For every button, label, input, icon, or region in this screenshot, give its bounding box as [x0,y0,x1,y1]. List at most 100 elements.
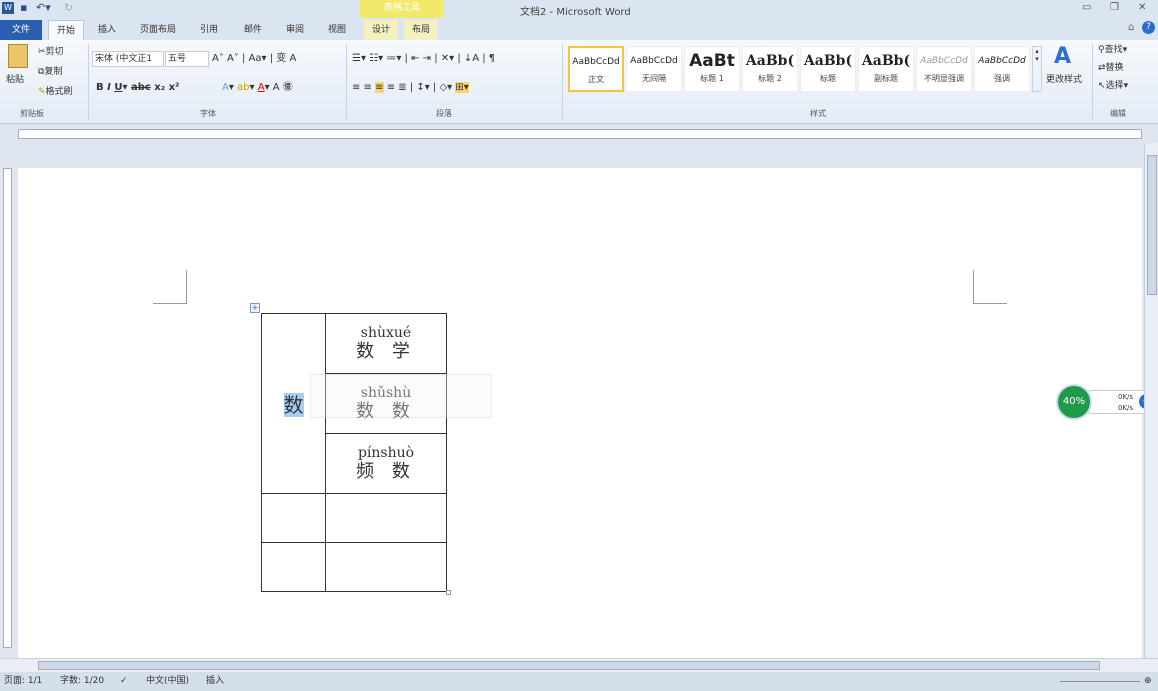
scissors-icon: ✂ [38,47,46,57]
scroll-thumb[interactable] [1147,155,1157,295]
tab-references[interactable]: 引用 [192,20,226,40]
find-label: 查找 [1104,45,1123,55]
replace-label: 替换 [1105,63,1124,73]
align-buttons[interactable]: ≡ ≡ ≡ ≡ ≣ | ↕▾ | ◇▾ ⊞▾ [352,80,469,96]
tab-view[interactable]: 视图 [320,20,354,40]
proofing-icon[interactable]: ✓ [120,672,128,691]
table-tools-context: 表格工具 [360,0,444,18]
document-page[interactable] [18,168,1142,658]
divider [562,44,563,120]
table-cell[interactable] [261,542,326,592]
cut-button[interactable]: ✂剪切 [38,44,64,60]
grow-font-icon[interactable]: A˄ A˅ | Aa▾ | 变 A [212,51,296,67]
word-icon: W [2,2,14,14]
tab-design[interactable]: 设计 [364,20,399,40]
download-speed: 0K/s [1118,404,1134,412]
style-heading2[interactable]: AaBb(标题 2 [742,46,798,92]
page-count[interactable]: 页面: 1/1 [4,672,42,691]
zoom-in-icon[interactable]: ⊕ [1144,672,1152,691]
vertical-ruler-scale[interactable] [3,168,12,648]
copy-button[interactable]: ⧉复制 [38,64,62,80]
cut-label: 剪切 [45,47,64,57]
select-label: 选择 [1105,81,1124,91]
find-button[interactable]: ⚲查找▾ [1098,42,1127,58]
language[interactable]: 中文(中国) [146,672,189,691]
style-emphasis[interactable]: AaBbCcDd 强调 [974,46,1030,92]
style-no-spacing[interactable]: AaBbCcDd 无间隔 [626,46,682,92]
font-name-select[interactable]: 宋体 (中文正1 [92,51,164,67]
scroll-thumb[interactable] [38,661,1100,670]
style-subtle-emphasis[interactable]: AaBbCcDd 不明显强调 [916,46,972,92]
list-buttons[interactable]: ☰▾ ☷▾ ≔▾ | ⇤ ⇥ | ✕▾ | ↓A | ¶ [352,51,495,67]
font-size-select[interactable]: 五号 [165,51,209,67]
selected-character[interactable]: 数 [283,393,304,417]
memory-percent[interactable]: 40% [1056,384,1092,420]
pinyin: shùxué [360,324,412,341]
tab-layout[interactable]: 布局 [404,20,439,40]
style-preview: AaBt [689,51,735,71]
hanzi: 数 学 [356,340,416,362]
font-group-label: 字体 [200,109,216,118]
mini-toolbar[interactable] [310,374,492,418]
tab-review[interactable]: 审阅 [278,20,312,40]
style-heading1[interactable]: AaBt 标题 1 [684,46,740,92]
tab-page-layout[interactable]: 页面布局 [132,20,184,40]
style-subtitle[interactable]: AaBb( 副标题 [858,46,914,92]
styles-scroll[interactable]: ▴ ▾ [1032,46,1042,92]
horizontal-scrollbar[interactable] [0,658,1158,672]
replace-button[interactable]: ⇄替换 [1098,60,1124,76]
paste-button[interactable]: 粘贴 [6,72,24,88]
table-cell[interactable] [261,493,326,543]
style-name: 无间隔 [642,74,666,83]
vertical-scrollbar[interactable] [1144,143,1158,658]
style-preview: AaBb( [861,53,911,69]
insert-mode[interactable]: 插入 [206,672,224,691]
copy-label: 复制 [44,67,63,77]
ribbon-tabs: 文件 开始 插入 页面布局 引用 邮件 审阅 视图 设计 布局 ⌂ ? [0,18,1158,40]
zoom-slider[interactable] [1060,681,1140,682]
collapse-ribbon-icon[interactable]: ⌂ [1128,22,1134,33]
select-button[interactable]: ↖选择▾ [1098,78,1128,94]
style-preview: AaBbCcDd [572,57,620,67]
undo-icon[interactable]: ↶▾ [36,1,51,14]
table-cell[interactable] [325,542,447,592]
style-title[interactable]: AaBb(标题 [800,46,856,92]
table-cell[interactable]: shùxué 数 学 [325,313,447,374]
table-cell[interactable]: pínshuò 频 数 [325,433,447,494]
styles-group-label: 样式 [810,109,826,118]
restore-button[interactable]: ❐ [1110,2,1119,13]
paste-icon[interactable] [8,44,28,68]
style-name: 不明显强调 [924,74,964,83]
save-icon[interactable]: ▪ [20,1,27,14]
tab-insert[interactable]: 插入 [90,20,124,40]
divider [346,44,347,120]
table-resize-handle[interactable] [446,590,451,595]
hanzi: 频 数 [356,460,416,482]
change-styles-button[interactable]: 更改样式 [1046,72,1082,88]
font-format-buttons[interactable]: B I U▾ abc x₂ x² [96,80,179,96]
table-move-handle[interactable]: + [250,303,260,313]
change-styles-icon[interactable]: A [1054,44,1071,69]
style-name: 副标题 [874,74,898,83]
network-widget[interactable]: 40% 0K/s 0K/s + [1056,384,1156,420]
tab-file[interactable]: 文件 [0,20,42,40]
word-count[interactable]: 字数: 1/20 [60,672,104,691]
font-color-buttons[interactable]: A▾ ab▾ A▾ A ㊝ [222,80,293,96]
redo-icon[interactable]: ↻ [64,1,73,14]
document-table[interactable]: 数 shùxué 数 学 shǔshù 数 数 pínshuò 频 数 [261,313,447,592]
binoculars-icon: ⚲ [1098,45,1105,55]
style-preview: AaBb( [803,53,853,69]
help-icon[interactable]: ? [1142,21,1155,34]
pinyin: pínshuò [357,444,415,461]
minimize-button[interactable]: ▭ [1082,2,1091,13]
tab-home[interactable]: 开始 [48,20,85,40]
status-bar: 页面: 1/1 字数: 1/20 ✓ 中文(中国) 插入 ⊕ [0,672,1158,691]
format-painter-button[interactable]: ✎格式刷 [38,84,73,100]
close-button[interactable]: ✕ [1138,2,1146,13]
table-cell[interactable] [325,493,447,543]
ruler-scale[interactable] [18,129,1142,139]
cursor-icon: ↖ [1098,81,1106,91]
tab-mailings[interactable]: 邮件 [236,20,270,40]
ribbon: 粘贴 ✂剪切 ⧉复制 ✎格式刷 剪贴板 宋体 (中文正1 五号 A˄ A˅ | … [0,40,1158,124]
style-normal[interactable]: AaBbCcDd 正文 [568,46,624,92]
